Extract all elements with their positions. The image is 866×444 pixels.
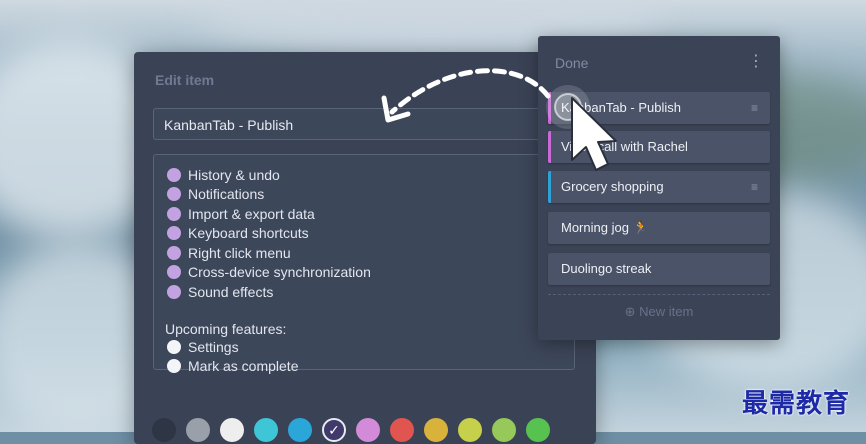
card-video-call[interactable]: Video call with Rachel (548, 131, 770, 163)
card-accent-bar (548, 171, 551, 203)
item-description-field[interactable]: History & undo Notifications Import & ex… (153, 154, 575, 374)
done-column: Done ⋮ KanbanTab - Publish ≡ Video call … (538, 36, 780, 340)
card-label: Video call with Rachel (561, 139, 688, 154)
feature-item: History & undo (167, 167, 280, 183)
upcoming-item: Mark as complete (167, 358, 298, 374)
purple-bullet-icon (167, 187, 181, 201)
feature-label: Sound effects (188, 284, 274, 300)
color-swatch[interactable] (288, 418, 312, 442)
purple-bullet-icon (167, 285, 181, 299)
color-swatch[interactable] (220, 418, 244, 442)
upcoming-label: Settings (188, 339, 239, 355)
card-morning-jog[interactable]: Morning jog 🏃 (548, 212, 770, 244)
feature-label: Cross-device synchronization (188, 264, 371, 280)
feature-item: Notifications (167, 186, 264, 202)
color-swatch[interactable] (492, 418, 516, 442)
white-bullet-icon (167, 359, 181, 373)
color-swatch[interactable] (356, 418, 380, 442)
color-swatch[interactable] (526, 418, 550, 442)
color-swatch[interactable] (458, 418, 482, 442)
color-swatch[interactable] (390, 418, 414, 442)
upcoming-item: Settings (167, 339, 239, 355)
purple-bullet-icon (167, 246, 181, 260)
color-swatch[interactable] (186, 418, 210, 442)
color-swatch-selected[interactable]: ✓ (322, 418, 346, 442)
card-label: Duolingo streak (561, 261, 652, 276)
purple-bullet-icon (167, 226, 181, 240)
card-grocery-shopping[interactable]: Grocery shopping ≡ (548, 171, 770, 203)
feature-item: Cross-device synchronization (167, 264, 371, 280)
feature-item: Keyboard shortcuts (167, 225, 309, 241)
kebab-menu-icon[interactable]: ⋮ (748, 54, 764, 70)
drag-handle-icon[interactable]: ≡ (751, 171, 758, 203)
feature-label: History & undo (188, 167, 280, 183)
upcoming-label: Mark as complete (188, 358, 299, 374)
item-title-input[interactable]: KanbanTab - Publish (153, 108, 543, 140)
card-accent-bar (548, 131, 551, 163)
card-duolingo-streak[interactable]: Duolingo streak (548, 253, 770, 285)
color-swatch[interactable] (152, 418, 176, 442)
edit-item-heading: Edit item (155, 72, 215, 88)
card-label: Grocery shopping (561, 179, 664, 194)
white-bullet-icon (167, 340, 181, 354)
feature-item: Import & export data (167, 206, 315, 222)
color-swatch[interactable] (424, 418, 448, 442)
feature-item: Sound effects (167, 284, 273, 300)
purple-bullet-icon (167, 207, 181, 221)
watermark-logo: 最需教育 (742, 389, 851, 419)
purple-bullet-icon (167, 265, 181, 279)
color-swatch[interactable] (254, 418, 278, 442)
drag-handle-icon[interactable]: ≡ (751, 92, 758, 124)
feature-item: Right click menu (167, 245, 291, 261)
feature-label: Right click menu (188, 245, 291, 261)
card-accent-bar (548, 92, 551, 124)
feature-label: Notifications (188, 186, 265, 202)
edit-item-panel: Edit item KanbanTab - Publish History & … (134, 52, 596, 444)
feature-label: Keyboard shortcuts (188, 225, 309, 241)
card-label: KanbanTab - Publish (561, 100, 681, 115)
column-title: Done (555, 55, 589, 71)
new-item-button[interactable]: ⊕ New item (548, 294, 770, 328)
card-label: Morning jog 🏃 (561, 220, 649, 235)
feature-label: Import & export data (188, 206, 315, 222)
upcoming-features-heading: Upcoming features: (165, 321, 287, 337)
purple-bullet-icon (167, 168, 181, 182)
card-kanbantab-publish[interactable]: KanbanTab - Publish ≡ (548, 92, 770, 124)
